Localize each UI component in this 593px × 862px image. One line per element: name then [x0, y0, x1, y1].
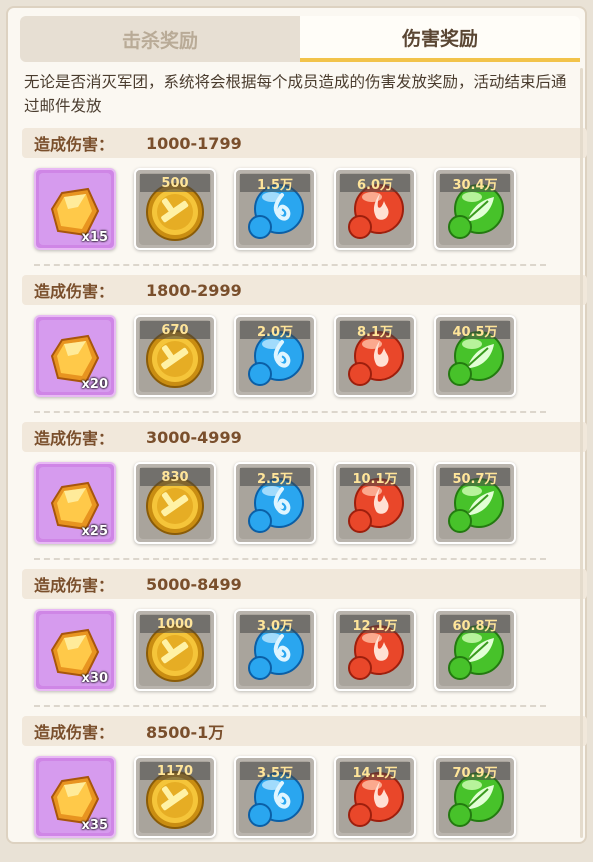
item-count: x35 — [81, 818, 108, 833]
tier-label: 造成伤害： — [34, 282, 115, 301]
item-amount: 40.5万 — [440, 321, 510, 340]
reward-item-gem[interactable]: x15 — [34, 168, 116, 250]
tier-label: 造成伤害： — [34, 576, 115, 595]
item-amount: 830 — [140, 468, 210, 486]
reward-items: x20 670 2.0万 8.1万 40.5万 — [34, 315, 516, 397]
damage-range: 1000-1799 — [146, 133, 242, 153]
reward-description: 无论是否消灭军团，系统将会根据每个成员造成的伤害发放奖励，活动结束后通过邮件发放 — [24, 73, 567, 115]
damage-range: 1800-2999 — [146, 280, 242, 300]
item-amount: 2.0万 — [240, 321, 310, 340]
tier-divider — [34, 705, 546, 707]
reward-item-gold[interactable]: 670 — [134, 315, 216, 397]
reward-item-gem[interactable]: x35 — [34, 756, 116, 838]
tier-label: 造成伤害： — [34, 429, 115, 448]
reward-items: x15 500 1.5万 6.0万 30.4万 — [34, 168, 516, 250]
scrollbar[interactable] — [580, 68, 583, 838]
item-amount: 60.8万 — [440, 615, 510, 634]
item-amount: 70.9万 — [440, 762, 510, 781]
item-amount: 1170 — [140, 762, 210, 780]
item-amount: 14.1万 — [340, 762, 410, 781]
reward-item-fire[interactable]: 12.1万 — [334, 609, 416, 691]
tier-header: 造成伤害： 1800-2999 — [22, 275, 587, 305]
tab-kill-rewards[interactable]: 击杀奖励 — [20, 16, 300, 62]
item-count: x30 — [81, 671, 108, 686]
tier-label: 造成伤害： — [34, 135, 115, 154]
tab-damage-rewards[interactable]: 伤害奖励 — [300, 16, 580, 62]
reward-tier: 造成伤害： 3000-4999 x25 830 2.5万 10.1万 50.7万 — [22, 422, 587, 568]
damage-range: 5000-8499 — [146, 574, 242, 594]
reward-item-gold[interactable]: 1170 — [134, 756, 216, 838]
reward-item-gold[interactable]: 500 — [134, 168, 216, 250]
reward-item-gold[interactable]: 1000 — [134, 609, 216, 691]
item-count: x25 — [81, 524, 108, 539]
item-count: x20 — [81, 377, 108, 392]
reward-item-fire[interactable]: 10.1万 — [334, 462, 416, 544]
reward-item-water[interactable]: 3.5万 — [234, 756, 316, 838]
item-amount: 8.1万 — [340, 321, 410, 340]
item-amount: 3.5万 — [240, 762, 310, 781]
tab-bar: 击杀奖励 伤害奖励 — [20, 16, 580, 62]
tier-header: 造成伤害： 8500-1万 — [22, 716, 587, 746]
item-amount: 30.4万 — [440, 174, 510, 193]
reward-item-leaf[interactable]: 30.4万 — [434, 168, 516, 250]
reward-panel: 击杀奖励 伤害奖励 无论是否消灭军团，系统将会根据每个成员造成的伤害发放奖励，活… — [6, 6, 587, 844]
reward-item-water[interactable]: 2.5万 — [234, 462, 316, 544]
reward-item-leaf[interactable]: 70.9万 — [434, 756, 516, 838]
tier-header: 造成伤害： 3000-4999 — [22, 422, 587, 452]
item-amount: 670 — [140, 321, 210, 339]
reward-items: x30 1000 3.0万 12.1万 60.8万 — [34, 609, 516, 691]
reward-item-gold[interactable]: 830 — [134, 462, 216, 544]
damage-range: 8500-1万 — [146, 723, 225, 742]
reward-items: x35 1170 3.5万 14.1万 70.9万 — [34, 756, 516, 838]
tier-header: 造成伤害： 5000-8499 — [22, 569, 587, 599]
reward-item-water[interactable]: 1.5万 — [234, 168, 316, 250]
item-count: x15 — [81, 230, 108, 245]
tier-divider — [34, 411, 546, 413]
reward-item-leaf[interactable]: 50.7万 — [434, 462, 516, 544]
reward-item-fire[interactable]: 14.1万 — [334, 756, 416, 838]
tier-divider — [34, 264, 546, 266]
tier-label: 造成伤害： — [34, 723, 115, 742]
reward-item-fire[interactable]: 6.0万 — [334, 168, 416, 250]
item-amount: 1000 — [140, 615, 210, 633]
reward-tier: 造成伤害： 5000-8499 x30 1000 3.0万 12.1万 60.8… — [22, 569, 587, 715]
item-amount: 1.5万 — [240, 174, 310, 193]
reward-item-water[interactable]: 2.0万 — [234, 315, 316, 397]
item-amount: 2.5万 — [240, 468, 310, 487]
reward-tier: 造成伤害： 8500-1万 x35 1170 3.5万 14.1万 70.9万 — [22, 716, 587, 862]
item-amount: 500 — [140, 174, 210, 192]
reward-item-gem[interactable]: x20 — [34, 315, 116, 397]
reward-item-gem[interactable]: x25 — [34, 462, 116, 544]
reward-items: x25 830 2.5万 10.1万 50.7万 — [34, 462, 516, 544]
reward-item-leaf[interactable]: 60.8万 — [434, 609, 516, 691]
reward-item-gem[interactable]: x30 — [34, 609, 116, 691]
damage-range: 3000-4999 — [146, 427, 242, 447]
item-amount: 50.7万 — [440, 468, 510, 487]
item-amount: 6.0万 — [340, 174, 410, 193]
tier-divider — [34, 558, 546, 560]
reward-tier: 造成伤害： 1000-1799 x15 500 1.5万 6.0万 30.4万 — [22, 128, 587, 274]
reward-tier: 造成伤害： 1800-2999 x20 670 2.0万 8.1万 40.5万 — [22, 275, 587, 421]
item-amount: 12.1万 — [340, 615, 410, 634]
tier-header: 造成伤害： 1000-1799 — [22, 128, 587, 158]
item-amount: 3.0万 — [240, 615, 310, 634]
reward-item-water[interactable]: 3.0万 — [234, 609, 316, 691]
item-amount: 10.1万 — [340, 468, 410, 487]
reward-item-fire[interactable]: 8.1万 — [334, 315, 416, 397]
reward-item-leaf[interactable]: 40.5万 — [434, 315, 516, 397]
